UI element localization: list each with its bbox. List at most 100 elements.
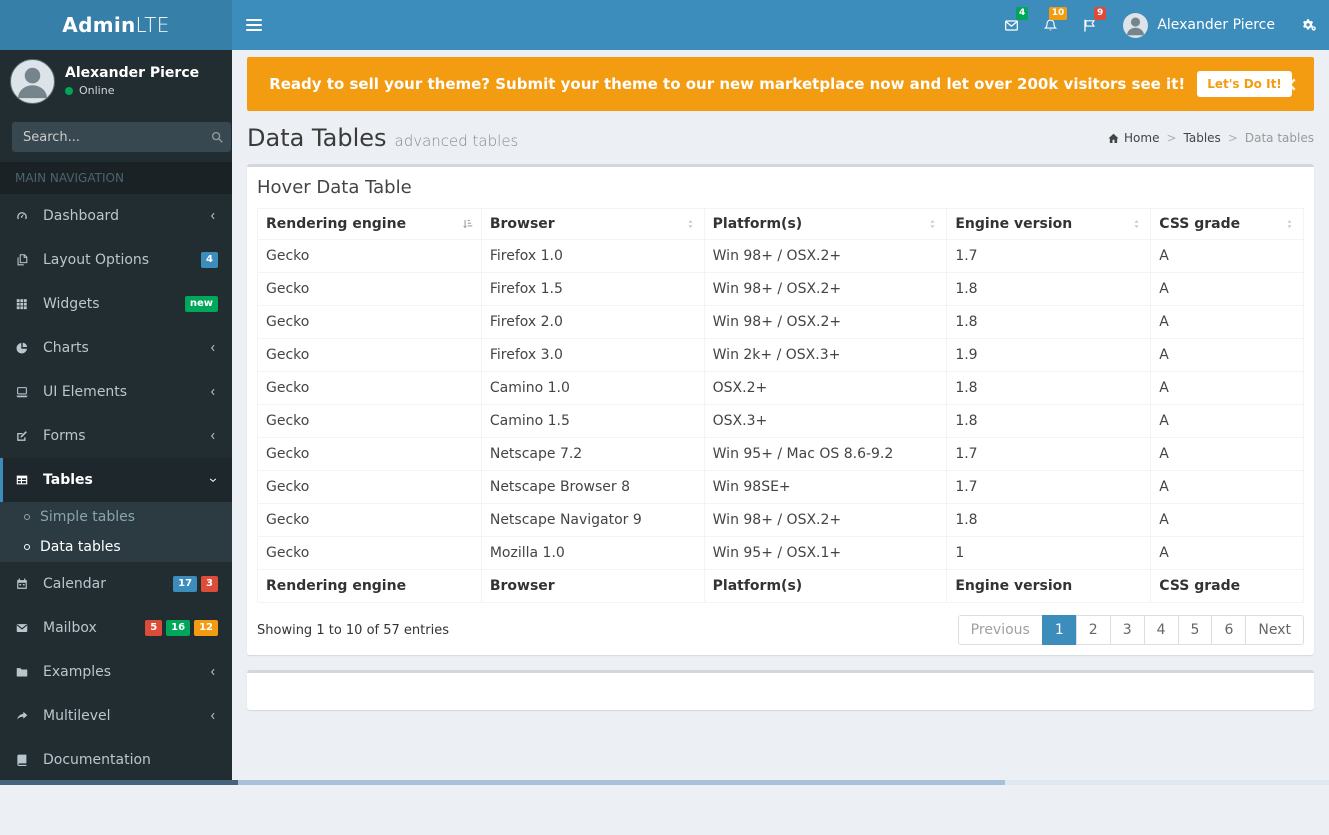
table-cell: Netscape 7.2 bbox=[481, 438, 704, 471]
column-header-browser[interactable]: Browser bbox=[481, 209, 704, 240]
table-row[interactable]: GeckoCamino 1.0OSX.2+1.8A bbox=[258, 372, 1304, 405]
pagination-next: Next bbox=[1246, 615, 1304, 645]
navbar: 4109 Alexander Pierce bbox=[232, 0, 1329, 50]
sidebar-item-label: Dashboard bbox=[43, 206, 208, 226]
column-label: CSS grade bbox=[1159, 216, 1240, 232]
pagination-page-2-link[interactable]: 2 bbox=[1076, 615, 1111, 645]
sort-icon bbox=[926, 218, 939, 231]
sidebar-user-panel: Alexander Pierce Online bbox=[0, 50, 232, 112]
submenu-link-simple-tables[interactable]: Simple tables bbox=[0, 502, 232, 532]
sidebar-item-label: Examples bbox=[43, 662, 208, 682]
table-cell: 1.9 bbox=[947, 339, 1151, 372]
user-avatar bbox=[1123, 13, 1148, 38]
table-row[interactable]: GeckoNetscape Navigator 9Win 98+ / OSX.2… bbox=[258, 504, 1304, 537]
pagination-previous-link[interactable]: Previous bbox=[958, 615, 1043, 645]
column-header-engine-version[interactable]: Engine version bbox=[947, 209, 1151, 240]
sidebar-item-label: Mailbox bbox=[43, 618, 145, 638]
sidebar-user-status-label: Online bbox=[79, 84, 114, 97]
table-row[interactable]: GeckoCamino 1.5OSX.3+1.8A bbox=[258, 405, 1304, 438]
breadcrumb-tables[interactable]: Tables bbox=[1184, 131, 1221, 145]
sidebar-item-ui-elements: UI Elements bbox=[0, 370, 232, 414]
table-cell: Gecko bbox=[258, 504, 482, 537]
pagination-page-4-link[interactable]: 4 bbox=[1144, 615, 1179, 645]
search-button[interactable] bbox=[204, 122, 231, 152]
column-header-platform-s-[interactable]: Platform(s) bbox=[704, 209, 947, 240]
sidebar-item-widgets: Widgetsnew bbox=[0, 282, 232, 326]
sidebar-item-mailbox: Mailbox51612 bbox=[0, 606, 232, 650]
hover-data-table-box: Hover Data Table Rendering engineBrowser… bbox=[247, 164, 1314, 655]
sidebar-link-ui-elements[interactable]: UI Elements bbox=[0, 370, 232, 414]
pagination-page-1-link[interactable]: 1 bbox=[1042, 615, 1077, 645]
pagination-page-3-link[interactable]: 3 bbox=[1110, 615, 1145, 645]
table-cell: Win 95+ / OSX.1+ bbox=[704, 537, 947, 570]
sidebar-link-widgets[interactable]: Widgetsnew bbox=[0, 282, 232, 326]
column-label: Platform(s) bbox=[713, 216, 803, 232]
breadcrumb-home[interactable]: Home bbox=[1107, 131, 1159, 145]
lets-do-it-button[interactable]: Let's Do It! bbox=[1197, 71, 1292, 97]
sidebar-item-label: Calendar bbox=[43, 574, 173, 594]
bell-menu[interactable]: 10 bbox=[1031, 0, 1070, 50]
breadcrumb-separator: > bbox=[1166, 131, 1176, 145]
content-wrapper: Ready to sell your theme? Submit your th… bbox=[232, 50, 1329, 785]
column-label: Browser bbox=[490, 216, 555, 232]
sidebar-link-tables[interactable]: Tables bbox=[0, 458, 232, 502]
banner-close-icon[interactable]: × bbox=[1281, 74, 1298, 94]
pagination-page-5-link[interactable]: 5 bbox=[1178, 615, 1213, 645]
table-cell: Netscape Browser 8 bbox=[481, 471, 704, 504]
submenu-item-label: Data tables bbox=[40, 537, 121, 557]
logo-bold: Admin bbox=[62, 13, 135, 37]
sidebar-link-mailbox[interactable]: Mailbox51612 bbox=[0, 606, 232, 650]
horizontal-scrollbar[interactable] bbox=[0, 780, 1329, 785]
table-row[interactable]: GeckoFirefox 2.0Win 98+ / OSX.2+1.8A bbox=[258, 306, 1304, 339]
column-header-rendering-engine[interactable]: Rendering engine bbox=[258, 209, 482, 240]
column-header-css-grade[interactable]: CSS grade bbox=[1151, 209, 1304, 240]
table-row[interactable]: GeckoNetscape 7.2Win 95+ / Mac OS 8.6-9.… bbox=[258, 438, 1304, 471]
table-info: Showing 1 to 10 of 57 entries bbox=[257, 623, 449, 638]
angle-down-icon bbox=[208, 475, 218, 485]
table-row[interactable]: GeckoFirefox 3.0Win 2k+ / OSX.3+1.9A bbox=[258, 339, 1304, 372]
pagination-page-2: 2 bbox=[1077, 615, 1111, 645]
settings-button[interactable] bbox=[1289, 0, 1329, 50]
sidebar-link-dashboard[interactable]: Dashboard bbox=[0, 194, 232, 238]
sidebar-link-documentation[interactable]: Documentation bbox=[0, 738, 232, 782]
sidebar-link-forms[interactable]: Forms bbox=[0, 414, 232, 458]
flag-menu[interactable]: 9 bbox=[1070, 0, 1109, 50]
pagination-page-6-link[interactable]: 6 bbox=[1211, 615, 1246, 645]
sidebar-link-multilevel[interactable]: Multilevel bbox=[0, 694, 232, 738]
pagination-page-6: 6 bbox=[1212, 615, 1246, 645]
sort-icon bbox=[684, 218, 697, 231]
search-input[interactable] bbox=[12, 122, 204, 152]
column-label: Engine version bbox=[955, 216, 1072, 232]
table-cell: 1.8 bbox=[947, 372, 1151, 405]
sidebar-link-layout-options[interactable]: Layout Options4 bbox=[0, 238, 232, 282]
sidebar-link-examples[interactable]: Examples bbox=[0, 650, 232, 694]
sidebar-item-label: Layout Options bbox=[43, 250, 201, 270]
table-row[interactable]: GeckoMozilla 1.0Win 95+ / OSX.1+1A bbox=[258, 537, 1304, 570]
table-cell: A bbox=[1151, 471, 1304, 504]
table-row[interactable]: GeckoFirefox 1.0Win 98+ / OSX.2+1.7A bbox=[258, 240, 1304, 273]
submenu-link-data-tables[interactable]: Data tables bbox=[0, 532, 232, 562]
sidebar-toggle-button[interactable] bbox=[232, 0, 276, 50]
logo-light: LTE bbox=[136, 13, 170, 37]
sidebar-user-status[interactable]: Online bbox=[65, 84, 199, 97]
table-cell: Gecko bbox=[258, 471, 482, 504]
sidebar-link-charts[interactable]: Charts bbox=[0, 326, 232, 370]
user-menu[interactable]: Alexander Pierce bbox=[1109, 0, 1289, 50]
main-header: AdminLTE 4109 Alexander Pierce bbox=[0, 0, 1329, 50]
sidebar-menu: Dashboard Layout Options4WidgetsnewCharts… bbox=[0, 194, 232, 782]
table-cell: Gecko bbox=[258, 372, 482, 405]
sidebar-badge: new bbox=[185, 296, 218, 312]
pagination-page-5: 5 bbox=[1179, 615, 1213, 645]
sidebar-badge: 5 bbox=[145, 620, 162, 636]
page-title: Data Tablesadvanced tables bbox=[247, 124, 518, 152]
sidebar-item-dashboard: Dashboard bbox=[0, 194, 232, 238]
angle-left-icon bbox=[208, 667, 218, 677]
table-cell: Firefox 3.0 bbox=[481, 339, 704, 372]
envelope-menu[interactable]: 4 bbox=[992, 0, 1031, 50]
table-row[interactable]: GeckoFirefox 1.5Win 98+ / OSX.2+1.8A bbox=[258, 273, 1304, 306]
sidebar-link-calendar[interactable]: Calendar173 bbox=[0, 562, 232, 606]
table-row[interactable]: GeckoNetscape Browser 8Win 98SE+1.7A bbox=[258, 471, 1304, 504]
pagination-next-link[interactable]: Next bbox=[1245, 615, 1304, 645]
app-logo[interactable]: AdminLTE bbox=[0, 0, 232, 50]
table-cell: 1.8 bbox=[947, 504, 1151, 537]
